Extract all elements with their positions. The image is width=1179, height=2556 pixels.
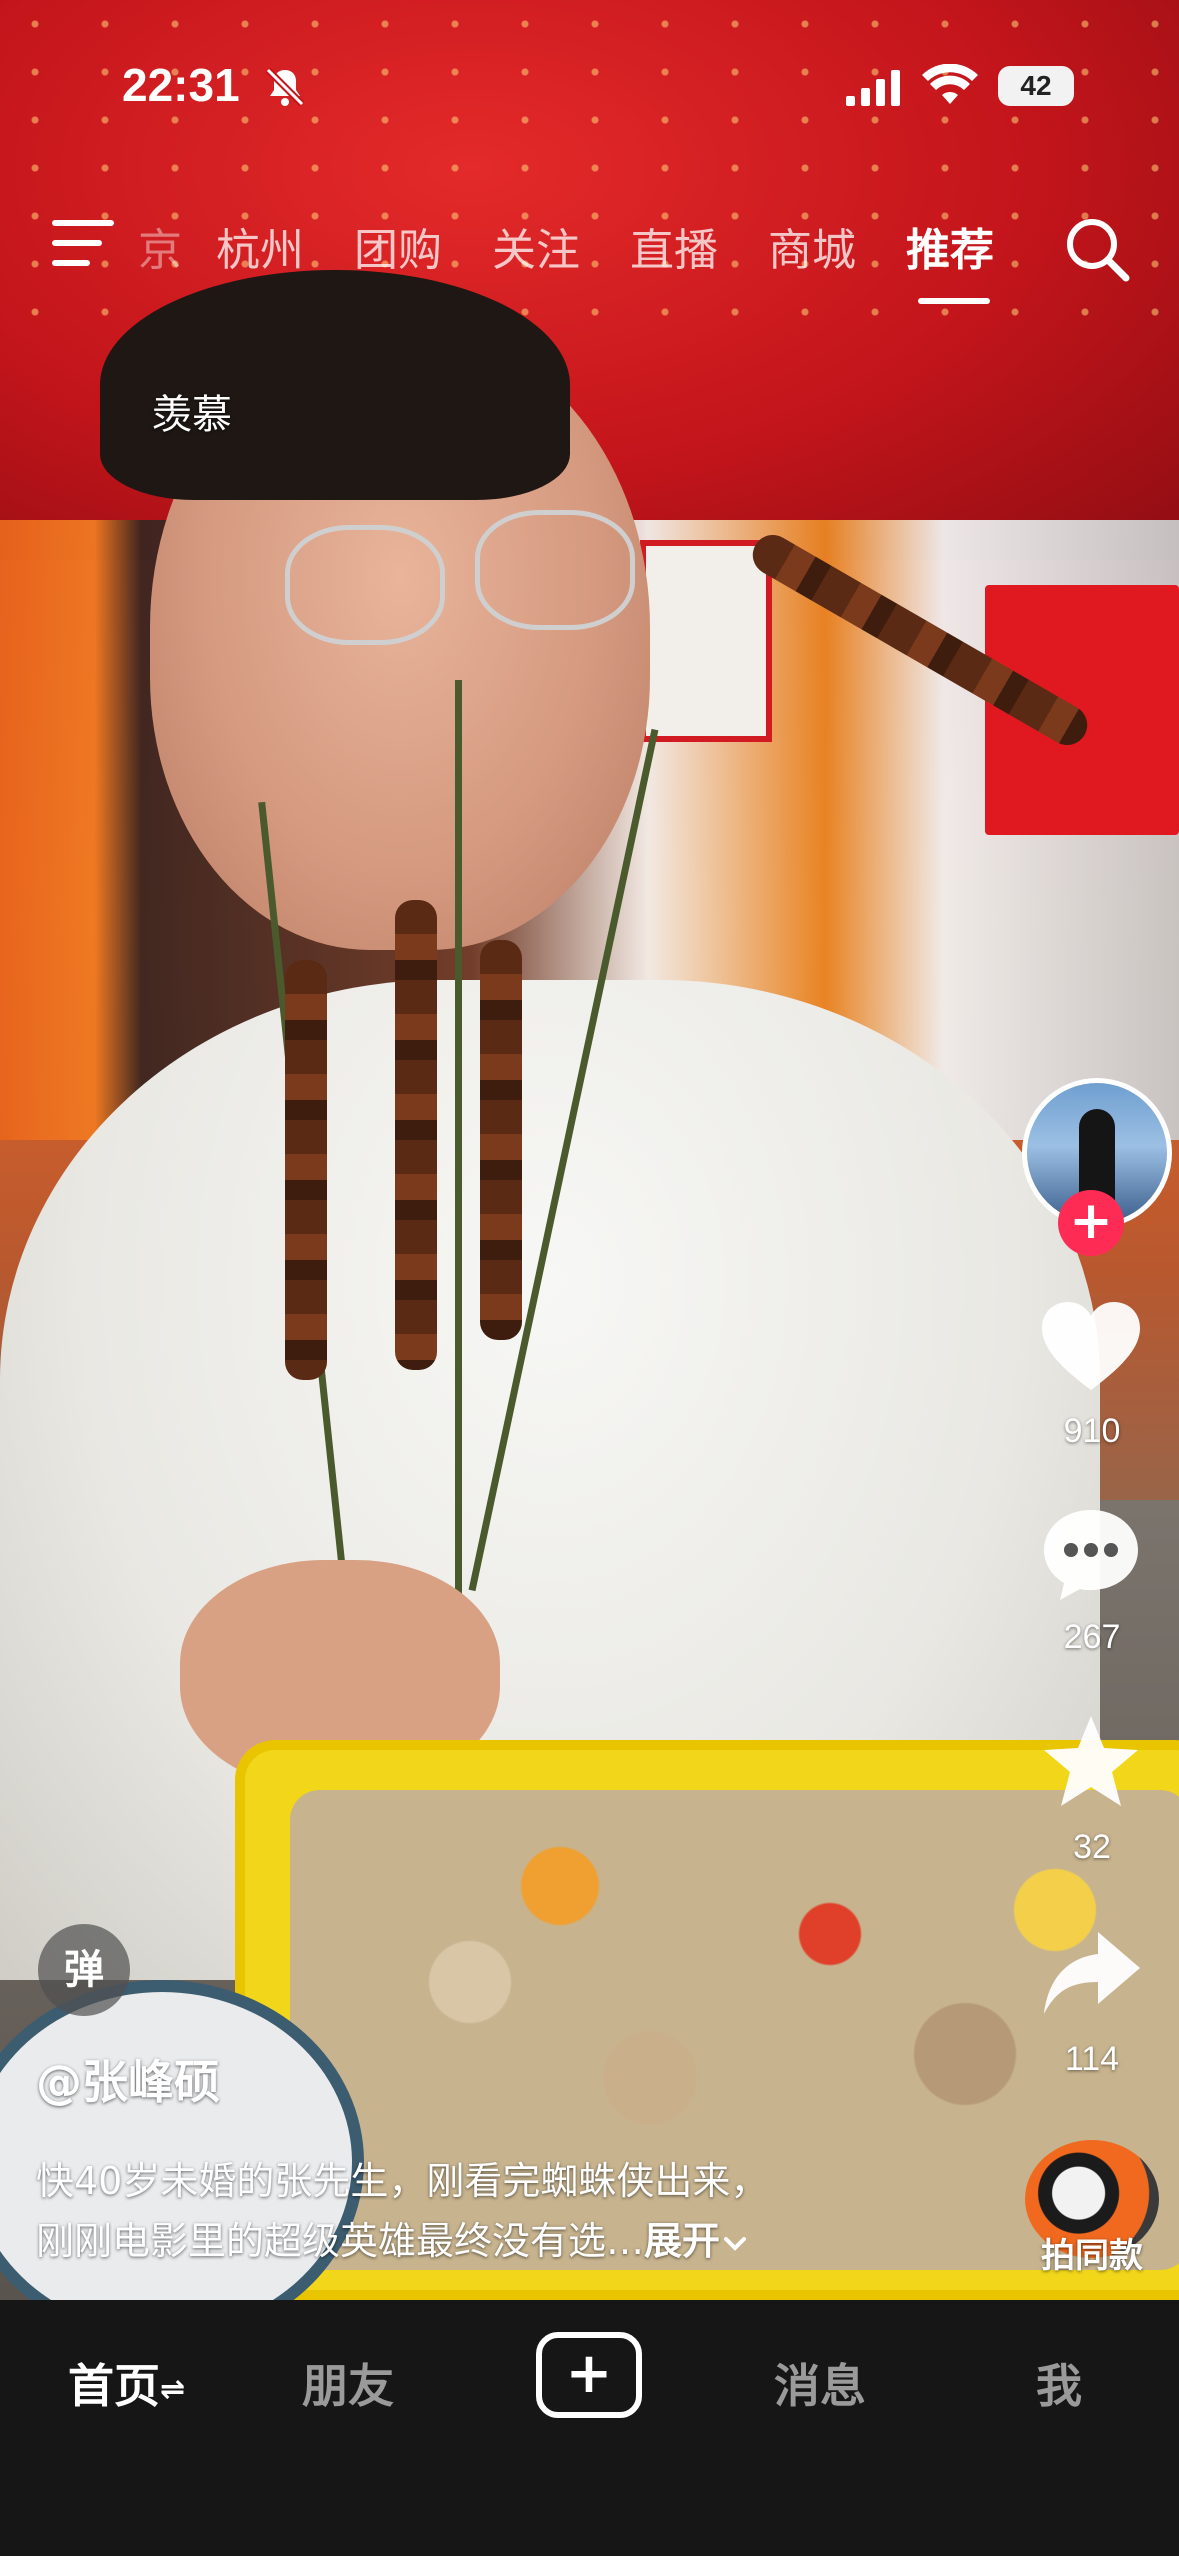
expand-button[interactable]: 展开 [644, 2219, 720, 2263]
danmaku-comment: 羡慕 [152, 392, 232, 438]
chevron-down-icon[interactable] [722, 2233, 748, 2255]
tab-live[interactable]: 直播 [630, 214, 718, 278]
video-scene-stick [455, 680, 462, 1600]
menu-icon[interactable] [52, 220, 114, 266]
share-icon[interactable] [1036, 1924, 1146, 2024]
star-icon[interactable] [1036, 1712, 1146, 1812]
tab-home-label: 首页 [68, 2359, 160, 2413]
tab-recommend[interactable]: 推荐 [906, 214, 994, 278]
heart-icon[interactable] [1036, 1298, 1146, 1398]
tab-mall[interactable]: 商城 [768, 214, 856, 278]
top-nav: 京 杭州 团购 关注 直播 商城 推荐 [0, 190, 1179, 310]
screen: 22:31 42 京 杭州 团购 关注 直播 商城 推荐 羡慕 + 910 26… [0, 0, 1179, 2556]
tab-home[interactable]: 首页⇌ [68, 2350, 185, 2416]
share-count: 114 [1064, 2040, 1120, 2078]
video-player[interactable] [0, 0, 1179, 2300]
wifi-icon [922, 64, 978, 104]
status-time: 22:31 [122, 59, 240, 111]
video-scene-skewer [285, 960, 327, 1380]
tab-me[interactable]: 我 [1036, 2350, 1082, 2416]
video-scene-skewer [395, 900, 437, 1370]
tab-local[interactable]: 京 [138, 214, 182, 278]
description-line-1: 快40岁未婚的张先生，刚看完蜘蛛侠出来， [36, 2159, 769, 2203]
tab-messages[interactable]: 消息 [774, 2350, 866, 2416]
description-text: 刚刚电影里的超级英雄最终没有选… [36, 2219, 645, 2263]
bell-off-icon [265, 67, 305, 107]
description-line-2: 刚刚电影里的超级英雄最终没有选…展开 [36, 2210, 996, 2265]
create-button[interactable]: + [536, 2332, 642, 2418]
swap-icon: ⇌ [160, 2372, 186, 2407]
comment-icon[interactable] [1036, 1504, 1146, 1604]
status-bar: 22:31 42 [0, 0, 1179, 170]
search-icon[interactable] [1062, 214, 1132, 284]
bottom-tab-bar: 首页⇌ 朋友 + 消息 我 [0, 2300, 1179, 2556]
video-scene-glasses-left [285, 525, 445, 645]
battery-icon: 42 [998, 66, 1074, 106]
like-count: 910 [1063, 1412, 1121, 1450]
comment-count: 267 [1063, 1618, 1121, 1656]
tab-group-buy[interactable]: 团购 [354, 214, 442, 278]
favorite-count: 32 [1073, 1828, 1111, 1866]
active-tab-indicator [918, 298, 990, 304]
signal-icon [846, 70, 900, 106]
same-style-label[interactable]: 拍同款 [1012, 2228, 1172, 2277]
tab-friends[interactable]: 朋友 [302, 2350, 394, 2416]
author-name[interactable]: @张峰硕 [36, 2046, 220, 2112]
danmaku-toggle-button[interactable]: 弹 [38, 1924, 130, 2016]
tab-following[interactable]: 关注 [492, 214, 580, 278]
video-scene-skewer [480, 940, 522, 1340]
follow-button[interactable]: + [1058, 1190, 1124, 1256]
tab-hangzhou[interactable]: 杭州 [216, 214, 304, 278]
video-scene-glasses-right [475, 510, 635, 630]
video-scene-sign [640, 540, 772, 742]
